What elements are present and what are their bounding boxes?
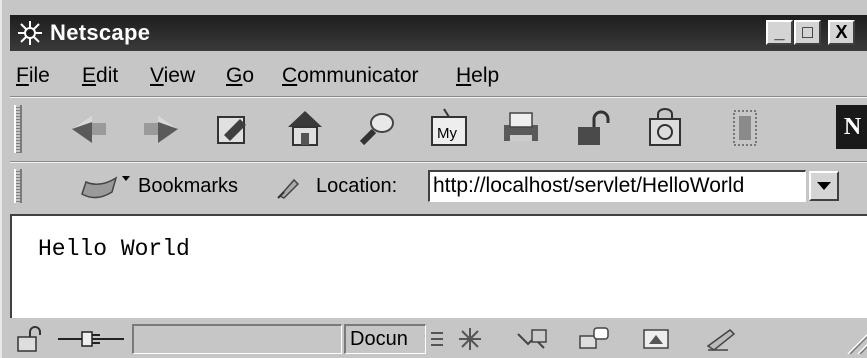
url-input[interactable]: http://localhost/servlet/HelloWorld	[428, 170, 806, 202]
browser-window: Netscape _ □ X File Edit View Go Communi…	[0, 0, 867, 358]
my-netscape-icon[interactable]: My	[426, 105, 472, 151]
chevron-down-icon	[817, 182, 831, 190]
separator	[10, 161, 867, 163]
home-icon[interactable]	[282, 105, 328, 151]
security-lock-icon[interactable]	[12, 324, 48, 354]
separator	[10, 96, 867, 98]
toolbar-grip[interactable]	[14, 169, 22, 203]
shop-icon[interactable]	[642, 105, 688, 151]
print-icon[interactable]	[498, 105, 544, 151]
menu-go[interactable]: Go	[226, 64, 254, 88]
reload-icon[interactable]	[210, 105, 256, 151]
menu-help[interactable]: Help	[456, 64, 499, 88]
menu-edit[interactable]: Edit	[82, 64, 118, 88]
maximize-button[interactable]: □	[794, 20, 821, 45]
connection-plug-icon[interactable]	[54, 324, 128, 354]
page-content: Hello World	[10, 214, 867, 318]
back-icon[interactable]	[66, 105, 112, 151]
stop-icon[interactable]	[722, 105, 768, 151]
netscape-logo-icon	[18, 21, 42, 45]
composer-icon[interactable]	[704, 324, 740, 354]
window-title: Netscape	[50, 20, 151, 45]
security-icon[interactable]	[570, 105, 616, 151]
navigator-icon[interactable]	[452, 324, 488, 354]
menu-communicator[interactable]: Communicator	[282, 64, 419, 88]
forward-icon[interactable]	[138, 105, 184, 151]
discussion-icon[interactable]	[576, 324, 612, 354]
menu-view[interactable]: View	[150, 64, 195, 88]
resize-grip[interactable]	[830, 324, 867, 355]
component-bar-grip-icon[interactable]	[428, 324, 446, 354]
location-toolbar: Bookmarks Location: http://localhost/ser…	[10, 164, 867, 208]
netscape-brand-logo[interactable]: N	[836, 105, 867, 149]
resize-grip-icon	[847, 333, 867, 355]
status-text: Docun	[344, 324, 426, 354]
minimize-button[interactable]: _	[766, 20, 793, 45]
status-bar: Docun	[10, 320, 867, 358]
url-dropdown-button[interactable]	[809, 171, 839, 201]
search-icon[interactable]	[354, 105, 400, 151]
progress-bar	[132, 324, 342, 354]
mailbox-icon[interactable]	[514, 324, 550, 354]
svg-text:My: My	[437, 125, 457, 142]
title-bar: Netscape _ □ X	[10, 15, 867, 51]
menu-bar: File Edit View Go Communicator Help	[10, 56, 867, 94]
close-button[interactable]: X	[828, 20, 855, 45]
menu-file[interactable]: File	[16, 64, 50, 88]
navigation-toolbar: My N	[10, 99, 867, 161]
location-label: Location:	[316, 175, 398, 197]
toolbar-grip[interactable]	[14, 105, 22, 153]
bookmarks-icon[interactable]	[76, 172, 134, 202]
page-body-text: Hello World	[38, 236, 190, 262]
bookmarks-label[interactable]: Bookmarks	[138, 175, 238, 198]
location-icon[interactable]	[276, 174, 302, 200]
address-book-icon[interactable]	[638, 324, 674, 354]
